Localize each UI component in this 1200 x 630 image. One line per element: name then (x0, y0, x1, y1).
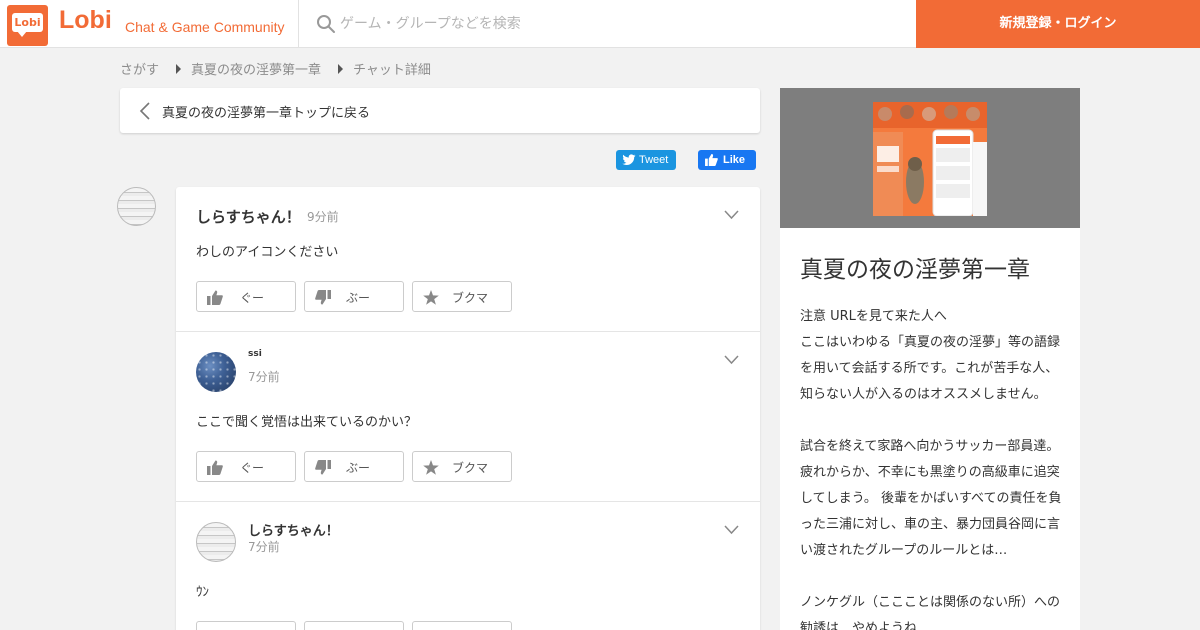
post-time: 7分前 (248, 370, 280, 384)
good-label: ぐー (240, 461, 265, 475)
breadcrumb-item-search[interactable]: さがす (120, 59, 159, 78)
good-label: ぐー (240, 291, 265, 305)
chevron-left-icon (139, 102, 150, 120)
back-link-label: 真夏の夜の淫夢第一章トップに戻る (162, 106, 371, 121)
avatar[interactable] (117, 187, 156, 226)
like-label: Like (723, 154, 746, 166)
thumbs-up-icon (207, 460, 223, 475)
group-thumbnail-image[interactable] (873, 102, 987, 216)
description-line: 注意 URLを見て来た人へ (800, 309, 947, 324)
bookmark-button[interactable] (412, 621, 512, 630)
twitter-bird-icon (622, 154, 636, 165)
thumbs-down-icon (315, 460, 331, 475)
thumbs-down-icon (315, 290, 331, 305)
star-icon (423, 290, 439, 305)
breadcrumb-item-current: チャット詳細 (353, 63, 431, 78)
chevron-down-icon[interactable] (724, 355, 739, 365)
post-username[interactable]: しらすちゃん！ (248, 520, 339, 539)
logo-tail (17, 31, 27, 37)
bad-label: ぶー (346, 461, 371, 475)
logo-text: Lobi (12, 13, 43, 32)
post-username[interactable]: ssi (248, 349, 262, 359)
post-message: わしのアイコンください (196, 245, 339, 260)
search-input[interactable] (340, 8, 900, 40)
group-description: 注意 URLを見て来た人へ ここはいわゆる「真夏の夜の淫夢」等の語録を用いて会話… (800, 304, 1065, 630)
search-icon[interactable] (316, 14, 336, 34)
thumbs-up-icon (207, 290, 223, 305)
breadcrumb-arrow-icon (338, 63, 344, 74)
brand-tagline: Chat & Game Community (125, 19, 285, 35)
signup-login-button[interactable]: 新規登録・ログイン (916, 0, 1200, 48)
group-thumbnail-art (873, 102, 987, 216)
avatar[interactable] (196, 522, 236, 562)
description-line: ノンケグル（ここことは関係のない所）への勧誘は…やめようね (800, 595, 1061, 630)
bookmark-label: ブクマ (452, 461, 489, 475)
tweet-label: Tweet (639, 154, 669, 166)
header-divider (298, 0, 299, 48)
post-message: ここで聞く覚悟は出来ているのかい？ (196, 415, 418, 430)
bad-button[interactable] (304, 621, 404, 630)
good-button[interactable] (196, 621, 296, 630)
post-username[interactable]: しらすちゃん！ (196, 206, 301, 227)
facebook-like-button[interactable]: Like (698, 150, 756, 170)
post-time: 9分前 (307, 210, 339, 224)
bookmark-button[interactable]: ブクマ (412, 281, 512, 312)
breadcrumb-item-group[interactable]: 真夏の夜の淫夢第一章 (191, 59, 321, 78)
description-line: ここはいわゆる「真夏の夜の淫夢」等の語録を用いて会話する所です。これが苦手な人、… (800, 335, 1061, 402)
star-icon (423, 460, 439, 475)
post-divider (176, 501, 760, 502)
bad-button[interactable]: ぶー (304, 281, 404, 312)
breadcrumb: さがす 真夏の夜の淫夢第一章 チャット詳細 (120, 59, 431, 78)
description-spacer (800, 564, 1065, 590)
good-button[interactable]: ぐー (196, 451, 296, 482)
bookmark-button[interactable]: ブクマ (412, 451, 512, 482)
post-divider (176, 331, 760, 332)
tweet-button[interactable]: Tweet (616, 150, 676, 170)
group-title: 真夏の夜の淫夢第一章 (800, 257, 1030, 283)
post-message: ｳﾝ (196, 585, 209, 600)
chevron-down-icon[interactable] (724, 210, 739, 220)
post-time: 7分前 (248, 540, 280, 554)
brand-name[interactable]: Lobi (59, 6, 112, 35)
lobi-logo-icon[interactable]: Lobi (7, 5, 48, 46)
bookmark-label: ブクマ (452, 291, 489, 305)
description-line: 試合を終えて家路へ向かうサッカー部員達。疲れからか、不幸にも黒塗りの高級車に追突… (800, 439, 1062, 558)
bad-label: ぶー (346, 291, 371, 305)
good-button[interactable]: ぐー (196, 281, 296, 312)
chevron-down-icon[interactable] (724, 525, 739, 535)
description-spacer (800, 408, 1065, 434)
avatar[interactable] (196, 352, 236, 392)
thumbs-up-icon (705, 154, 718, 166)
site-header: Lobi Lobi Chat & Game Community 新規登録・ログイ… (0, 0, 1200, 48)
breadcrumb-arrow-icon (176, 63, 182, 74)
bad-button[interactable]: ぶー (304, 451, 404, 482)
